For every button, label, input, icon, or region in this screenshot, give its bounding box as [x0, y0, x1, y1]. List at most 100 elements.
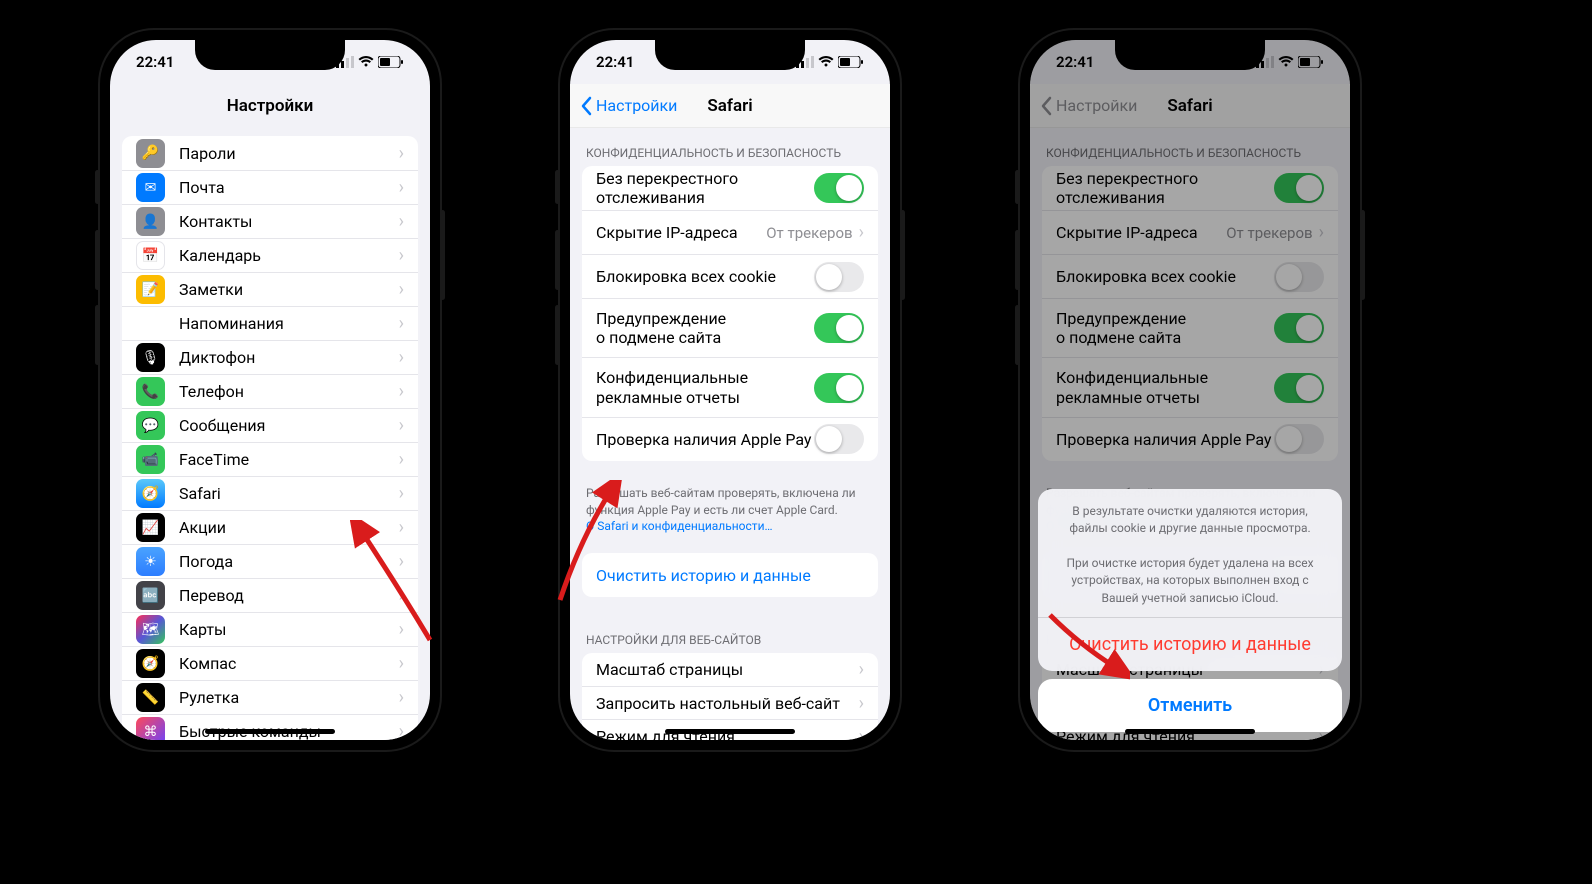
status-time: 22:41 [596, 53, 634, 71]
toggle-fraud-warning[interactable] [814, 313, 864, 343]
settings-label: Акции [179, 518, 399, 537]
chevron-right-icon: › [399, 381, 404, 402]
settings-label: Календарь [179, 246, 399, 265]
toggle-apple-pay-check[interactable] [814, 424, 864, 454]
toggle-ad-reports[interactable] [814, 373, 864, 403]
phone-safari-actionsheet: 22:41 Настройки Safari КОНФИДЕНЦИАЛЬНОСТ… [1020, 30, 1360, 750]
chevron-right-icon: › [399, 347, 404, 368]
settings-row-контакты[interactable]: 👤 Контакты › [122, 204, 418, 238]
settings-row-пароли[interactable]: 🔑 Пароли › [122, 136, 418, 170]
toggle-block-cookies[interactable] [814, 262, 864, 292]
chevron-right-icon: › [859, 693, 864, 714]
settings-row-акции[interactable]: 📈 Акции › [122, 510, 418, 544]
clear-history-row[interactable]: Очистить историю и данные [582, 553, 878, 597]
app-icon: 🎙 [136, 343, 165, 372]
clear-history-action[interactable]: Очистить историю и данные [1038, 618, 1342, 671]
settings-label: Телефон [179, 382, 399, 401]
settings-row-телефон[interactable]: 📞 Телефон › [122, 374, 418, 408]
row-fraud-warning[interactable]: Предупреждениео подмене сайта [582, 298, 878, 357]
row-label: Масштаб страницы [596, 660, 859, 679]
settings-row-рулетка[interactable]: 📏 Рулетка › [122, 680, 418, 714]
app-icon: 🗓 [136, 309, 165, 338]
chevron-right-icon: › [399, 653, 404, 674]
battery-icon [838, 56, 864, 68]
app-icon: ⌘ [136, 717, 165, 740]
chevron-right-icon: › [399, 721, 404, 740]
phone-settings: 22:41 Настройки 🔑 Пароли › ✉ Почта › 👤 К… [100, 30, 440, 750]
settings-row-календарь[interactable]: 📅 Календарь › [122, 238, 418, 272]
status-time: 22:41 [136, 53, 174, 71]
app-icon: 🧭 [136, 649, 165, 678]
app-icon: 💬 [136, 411, 165, 440]
chevron-right-icon: › [399, 585, 404, 606]
row-label: Запросить настольный веб-сайт [596, 694, 859, 713]
footer-note: Разрешать веб-сайтам проверять, включена… [570, 479, 890, 535]
app-icon: 📏 [136, 683, 165, 712]
settings-label: Перевод [179, 586, 399, 605]
phone-safari-settings: 22:41 Настройки Safari КОНФИДЕНЦИАЛЬНОСТ… [560, 30, 900, 750]
settings-row-перевод[interactable]: 🔤 Перевод › [122, 578, 418, 612]
settings-label: Напоминания [179, 314, 399, 333]
back-label: Настройки [596, 96, 677, 115]
notch [195, 40, 345, 70]
nav-bar: Настройки Safari [570, 84, 890, 128]
home-indicator[interactable] [665, 729, 795, 734]
section-header-websites: НАСТРОЙКИ ДЛЯ ВЕБ-САЙТОВ [570, 615, 890, 653]
row-apple-pay-check[interactable]: Проверка наличия Apple Pay [582, 417, 878, 461]
nav-title: Настройки [227, 96, 314, 116]
clear-history-label: Очистить историю и данные [596, 566, 864, 585]
settings-row-быстрые команды[interactable]: ⌘ Быстрые команды › [122, 714, 418, 740]
row-cross-site-tracking[interactable]: Без перекрестного отслеживания [582, 166, 878, 210]
settings-row-сообщения[interactable]: 💬 Сообщения › [122, 408, 418, 442]
settings-label: Заметки [179, 280, 399, 299]
safari-settings-content[interactable]: КОНФИДЕНЦИАЛЬНОСТЬ И БЕЗОПАСНОСТЬ Без пе… [570, 128, 890, 740]
settings-row-погода[interactable]: ☀ Погода › [122, 544, 418, 578]
chevron-right-icon: › [859, 222, 864, 243]
row-label: Конфиденциальныерекламные отчеты [596, 358, 814, 416]
cancel-action[interactable]: Отменить [1038, 679, 1342, 732]
home-indicator[interactable] [1125, 729, 1255, 734]
settings-row-почта[interactable]: ✉ Почта › [122, 170, 418, 204]
settings-label: Компас [179, 654, 399, 673]
privacy-link[interactable]: О Safari и конфиденциальности… [586, 519, 773, 533]
row-request-desktop[interactable]: Запросить настольный веб-сайт › [582, 686, 878, 719]
app-icon: 👤 [136, 207, 165, 236]
row-ad-reports[interactable]: Конфиденциальныерекламные отчеты [582, 357, 878, 416]
settings-row-диктофон[interactable]: 🎙 Диктофон › [122, 340, 418, 374]
settings-row-компас[interactable]: 🧭 Компас › [122, 646, 418, 680]
row-page-zoom[interactable]: Масштаб страницы › [582, 653, 878, 686]
row-label: Проверка наличия Apple Pay [596, 430, 814, 449]
app-icon: ☀ [136, 547, 165, 576]
app-icon: 📞 [136, 377, 165, 406]
row-label: Блокировка всех cookie [596, 267, 814, 286]
nav-bar: Настройки [110, 84, 430, 128]
chevron-right-icon: › [859, 659, 864, 680]
row-hide-ip[interactable]: Скрытие IP-адреса От трекеров › [582, 210, 878, 254]
chevron-right-icon: › [399, 279, 404, 300]
chevron-right-icon: › [399, 245, 404, 266]
wifi-icon [358, 56, 374, 68]
chevron-right-icon: › [399, 449, 404, 470]
row-block-cookies[interactable]: Блокировка всех cookie [582, 254, 878, 298]
app-icon: 🧭 [136, 479, 165, 508]
settings-row-заметки[interactable]: 📝 Заметки › [122, 272, 418, 306]
settings-row-карты[interactable]: 🗺 Карты › [122, 612, 418, 646]
nav-title: Safari [707, 96, 752, 116]
app-icon: 🔤 [136, 581, 165, 610]
chevron-right-icon: › [859, 726, 864, 740]
toggle-cross-site-tracking[interactable] [814, 173, 864, 203]
action-sheet: В результате очистки удаляются история, … [1038, 489, 1342, 732]
chevron-right-icon: › [399, 143, 404, 164]
row-label: Без перекрестного отслеживания [596, 169, 814, 207]
app-icon: 📈 [136, 513, 165, 542]
chevron-right-icon: › [399, 687, 404, 708]
back-button[interactable]: Настройки [580, 96, 677, 116]
settings-row-напоминания[interactable]: 🗓 Напоминания › [122, 306, 418, 340]
home-indicator[interactable] [205, 729, 335, 734]
settings-list[interactable]: 🔑 Пароли › ✉ Почта › 👤 Контакты › 📅 Кале… [110, 128, 430, 740]
settings-row-facetime[interactable]: 📹 FaceTime › [122, 442, 418, 476]
chevron-right-icon: › [399, 177, 404, 198]
settings-label: Диктофон [179, 348, 399, 367]
settings-row-safari[interactable]: 🧭 Safari › [122, 476, 418, 510]
chevron-right-icon: › [399, 313, 404, 334]
